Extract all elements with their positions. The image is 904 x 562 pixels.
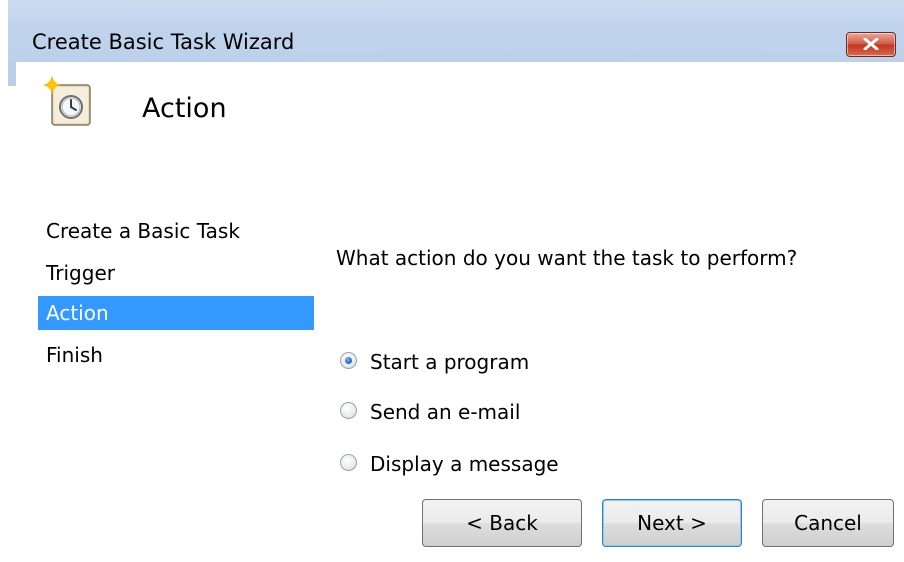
page-title: Action xyxy=(142,93,227,124)
radio-start-program[interactable] xyxy=(340,352,357,369)
wizard-header: Action xyxy=(16,62,904,212)
step-create-basic-task[interactable]: Create a Basic Task xyxy=(38,214,314,248)
wizard-window: Create Basic Task Wizard Action Create a… xyxy=(8,0,904,562)
back-button[interactable]: < Back xyxy=(422,499,582,547)
window-title: Create Basic Task Wizard xyxy=(32,30,295,54)
wizard-content: Create a Basic Task Trigger Action Finis… xyxy=(16,212,904,562)
task-scheduler-icon xyxy=(42,77,91,126)
radio-send-email[interactable] xyxy=(340,402,357,419)
close-button[interactable] xyxy=(846,32,896,57)
cancel-button[interactable]: Cancel xyxy=(762,499,894,547)
option-label[interactable]: Display a message xyxy=(370,449,559,479)
steps-pane: Create a Basic Task Trigger Action Finis… xyxy=(16,212,316,562)
next-button[interactable]: Next > xyxy=(602,499,742,547)
option-label[interactable]: Start a program xyxy=(370,347,529,377)
action-question: What action do you want the task to perf… xyxy=(336,246,798,270)
step-finish[interactable]: Finish xyxy=(38,338,314,372)
step-trigger[interactable]: Trigger xyxy=(38,256,314,290)
close-icon xyxy=(863,38,879,50)
step-action[interactable]: Action xyxy=(38,296,314,330)
option-label[interactable]: Send an e-mail xyxy=(370,397,520,427)
window-edge xyxy=(0,0,8,562)
radio-display-message[interactable] xyxy=(340,454,357,471)
